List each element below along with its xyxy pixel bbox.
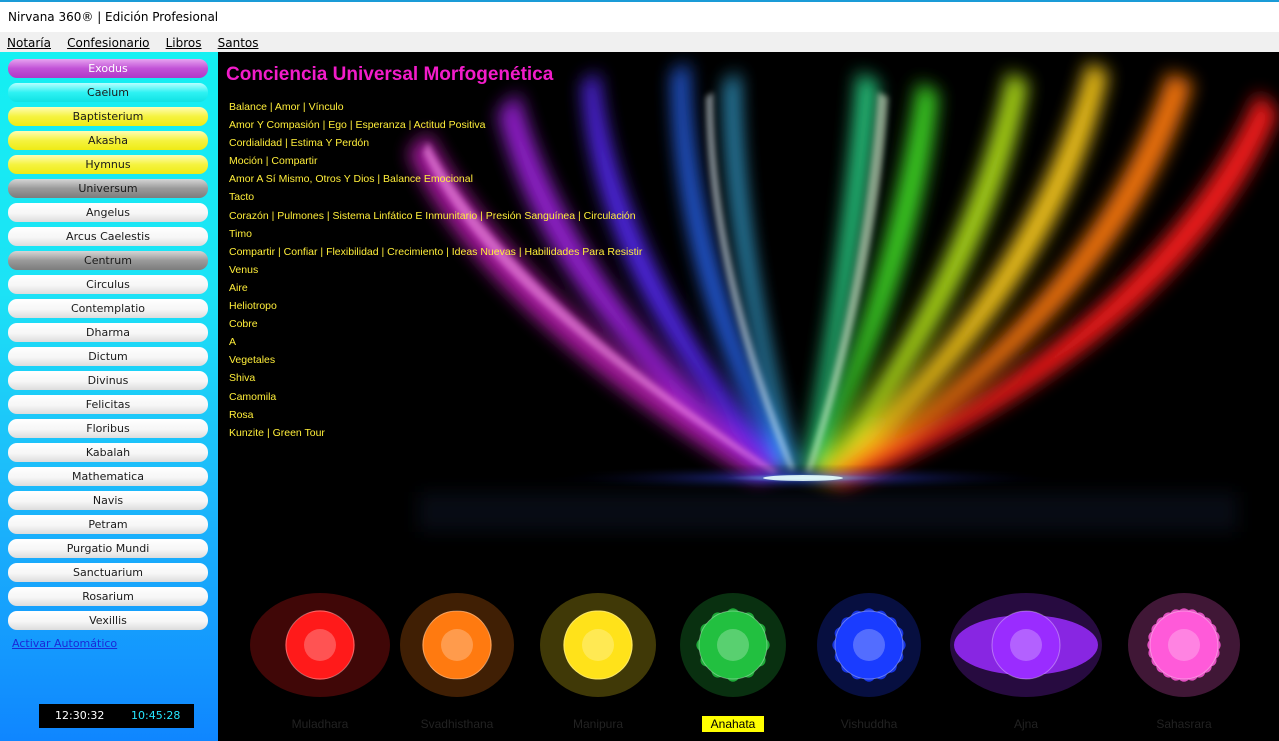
attribute-line: Moción | Compartir [229, 155, 318, 168]
sidebar-item-rosarium[interactable]: Rosarium [8, 587, 208, 606]
attribute-line: Amor A Sí Mismo, Otros Y Dios | Balance … [229, 173, 473, 186]
chakra-sahasrara-icon[interactable] [1124, 587, 1244, 707]
sidebar-item-mathematica[interactable]: Mathematica [8, 467, 208, 486]
attribute-line: Venus [229, 263, 259, 276]
sidebar-item-exodus[interactable]: Exodus [8, 59, 208, 78]
menu-confesionario[interactable]: Confesionario [63, 34, 153, 50]
sidebar-item-universum[interactable]: Universum [8, 179, 208, 198]
attribute-line: A [229, 336, 237, 349]
attribute-line: Camomila [229, 390, 277, 403]
attribute-line: Vegetales [229, 354, 276, 367]
attribute-line: Corazón | Pulmones | Sistema Linfático E… [229, 209, 636, 222]
sidebar-item-navis[interactable]: Navis [8, 491, 208, 510]
attribute-line: Aire [229, 281, 248, 294]
attribute-line: Timo [229, 227, 252, 240]
menu-notaria[interactable]: Notaría [3, 34, 55, 50]
sidebar-item-felicitas[interactable]: Felicitas [8, 395, 208, 414]
main-panel: Conciencia Universal Morfogenética Balan… [218, 52, 1279, 741]
page-title: Conciencia Universal Morfogenética [226, 64, 554, 85]
chakra-label-ajna[interactable]: Ajna [966, 717, 1086, 731]
sidebar-item-vexillis[interactable]: Vexillis [8, 611, 208, 630]
sidebar-item-centrum[interactable]: Centrum [8, 251, 208, 270]
menu-bar: Notaría Confesionario Libros Santos [0, 32, 1279, 52]
sidebar-item-purgatio-mundi[interactable]: Purgatio Mundi [8, 539, 208, 558]
chakra-label-sahasrara[interactable]: Sahasrara [1124, 717, 1244, 731]
chakra-label-svadhisthana[interactable]: Svadhisthana [397, 717, 517, 731]
chakra-manipura-icon[interactable] [536, 587, 660, 707]
activar-automatico-link[interactable]: Activar Automático [12, 637, 117, 650]
sidebar-item-petram[interactable]: Petram [8, 515, 208, 534]
window-title: Nirvana 360® | Edición Profesional [8, 10, 219, 24]
attribute-line: Cordialidad | Estima Y Perdón [229, 137, 370, 150]
chakra-label-manipura[interactable]: Manipura [538, 717, 658, 731]
attribute-line: Kunzite | Green Tour [229, 426, 325, 439]
sidebar-item-caelum[interactable]: Caelum [8, 83, 208, 102]
sidebar-item-baptisterium[interactable]: Baptisterium [8, 107, 208, 126]
attribute-line: Rosa [229, 408, 254, 421]
attribute-list: Balance | Amor | Vínculo Amor Y Compasión… [229, 101, 642, 445]
attribute-line: Balance | Amor | Vínculo [229, 101, 344, 113]
chakra-muladhara-icon[interactable] [246, 587, 394, 707]
chakra-svadhisthana-icon[interactable] [396, 587, 518, 707]
attribute-line: Tacto [229, 191, 255, 204]
sidebar-item-divinus[interactable]: Divinus [8, 371, 208, 390]
menu-libros[interactable]: Libros [162, 34, 206, 50]
attribute-line: Shiva [229, 372, 256, 385]
sidebar: Exodus Caelum Baptisterium Akasha Hymnus Univ… [0, 52, 218, 741]
sidebar-item-circulus[interactable]: Circulus [8, 275, 208, 294]
sidebar-item-angelus[interactable]: Angelus [8, 203, 208, 222]
sidebar-item-kabalah[interactable]: Kabalah [8, 443, 208, 462]
sidebar-item-dharma[interactable]: Dharma [8, 323, 208, 342]
chakra-anahata-icon[interactable] [676, 587, 790, 707]
chakra-vishuddha-icon[interactable] [813, 587, 925, 707]
local-clock: 12:30:32 [55, 709, 105, 722]
attribute-line: Compartir | Confiar | Flexibilidad | Cre… [229, 245, 643, 258]
menu-santos[interactable]: Santos [214, 34, 263, 50]
attribute-line: Amor Y Compasión | Ego | Esperanza | Act… [229, 119, 486, 132]
sidebar-item-arcus-caelestis[interactable]: Arcus Caelestis [8, 227, 208, 246]
sidebar-item-hymnus[interactable]: Hymnus [8, 155, 208, 174]
chakra-label-muladhara[interactable]: Muladhara [260, 717, 380, 731]
chakra-label-vishuddha[interactable]: Vishuddha [809, 717, 929, 731]
sidebar-item-contemplatio[interactable]: Contemplatio [8, 299, 208, 318]
attribute-line: Cobre [229, 318, 258, 331]
sidebar-item-akasha[interactable]: Akasha [8, 131, 208, 150]
sidebar-item-dictum[interactable]: Dictum [8, 347, 208, 366]
clock-panel: 12:30:32 10:45:28 [39, 704, 194, 728]
chakra-ajna-icon[interactable] [946, 587, 1106, 707]
attribute-line: Heliotropo [229, 300, 277, 313]
chakra-label-anahata[interactable]: Anahata [673, 717, 793, 731]
secondary-clock: 10:45:28 [131, 709, 181, 722]
sidebar-item-sanctuarium[interactable]: Sanctuarium [8, 563, 208, 582]
sidebar-item-floribus[interactable]: Floribus [8, 419, 208, 438]
title-bar: Nirvana 360® | Edición Profesional [0, 0, 1279, 32]
